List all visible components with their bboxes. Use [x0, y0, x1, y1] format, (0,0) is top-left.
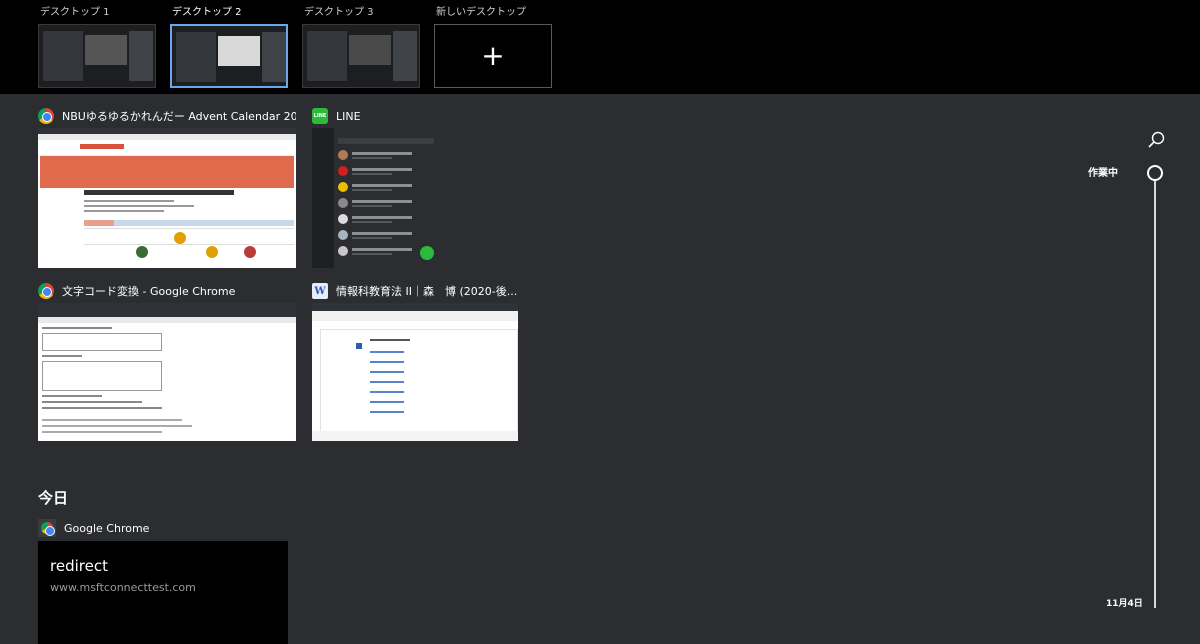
chrome-icon: [38, 283, 54, 299]
today-app-header: Google Chrome: [38, 519, 149, 537]
window-advent-calendar[interactable]: NBUゆるゆるかれんだー Advent Calendar 2020 - A...: [38, 106, 296, 268]
window-preview[interactable]: [38, 303, 296, 441]
chrome-app-icon-frame: [38, 519, 56, 537]
window-encoding-converter[interactable]: 文字コード変換 - Google Chrome: [38, 281, 296, 443]
today-app-name: Google Chrome: [64, 521, 150, 535]
window-preview[interactable]: [312, 303, 518, 441]
desktop-3[interactable]: デスクトップ 3: [302, 6, 422, 88]
timeline-handle[interactable]: [1147, 165, 1163, 181]
desktop-1[interactable]: デスクトップ 1: [38, 6, 158, 88]
today-heading: 今日: [38, 489, 69, 507]
desktop-3-thumbnail[interactable]: [302, 24, 420, 88]
plus-icon: +: [481, 39, 505, 72]
activity-card[interactable]: redirect www.msftconnecttest.com: [38, 541, 288, 644]
window-title-bar: W 情報科教育法 II｜森 博 (2020-後...: [312, 281, 518, 301]
window-title: LINE: [336, 109, 361, 123]
activity-card-url: www.msftconnecttest.com: [50, 581, 196, 594]
timeline-current-label: 作業中: [1088, 168, 1118, 179]
chrome-icon: [38, 108, 54, 124]
window-title-bar: NBUゆるゆるかれんだー Advent Calendar 2020 - A...: [38, 106, 296, 126]
window-title: NBUゆるゆるかれんだー Advent Calendar 2020 - A...: [62, 110, 296, 123]
line-icon: LINE: [312, 108, 328, 124]
new-desktop-label: 新しいデスクトップ: [436, 7, 526, 18]
new-desktop[interactable]: 新しいデスクトップ +: [434, 6, 554, 88]
desktop-3-label: デスクトップ 3: [304, 7, 374, 18]
activity-card-title: redirect: [50, 557, 108, 575]
timeline-date-label: 11月4日: [1106, 599, 1143, 609]
virtual-desktops-bar: デスクトップ 1 デスクトップ 2 デスクトップ 3 新しいデスクトップ +: [0, 0, 1200, 94]
search-icon[interactable]: [1146, 130, 1166, 150]
window-preview[interactable]: [312, 128, 438, 268]
window-title: 情報科教育法 II｜森 博 (2020-後...: [336, 285, 518, 298]
window-title-bar: 文字コード変換 - Google Chrome: [38, 281, 296, 301]
timeline-track[interactable]: [1154, 180, 1156, 608]
moodle-icon: W: [312, 283, 328, 299]
window-line[interactable]: LINE LINE: [312, 106, 438, 268]
desktop-2-thumbnail[interactable]: [170, 24, 288, 88]
window-preview[interactable]: [38, 128, 296, 268]
desktop-1-label: デスクトップ 1: [40, 7, 110, 18]
desktop-1-thumbnail[interactable]: [38, 24, 156, 88]
new-desktop-button[interactable]: +: [434, 24, 552, 88]
chrome-icon: [41, 522, 55, 536]
desktop-2[interactable]: デスクトップ 2: [170, 6, 290, 88]
window-title: 文字コード変換 - Google Chrome: [62, 285, 236, 298]
window-title-bar: LINE LINE: [312, 106, 438, 126]
window-moodle-course[interactable]: W 情報科教育法 II｜森 博 (2020-後...: [312, 281, 518, 443]
desktop-2-label: デスクトップ 2: [172, 7, 242, 18]
